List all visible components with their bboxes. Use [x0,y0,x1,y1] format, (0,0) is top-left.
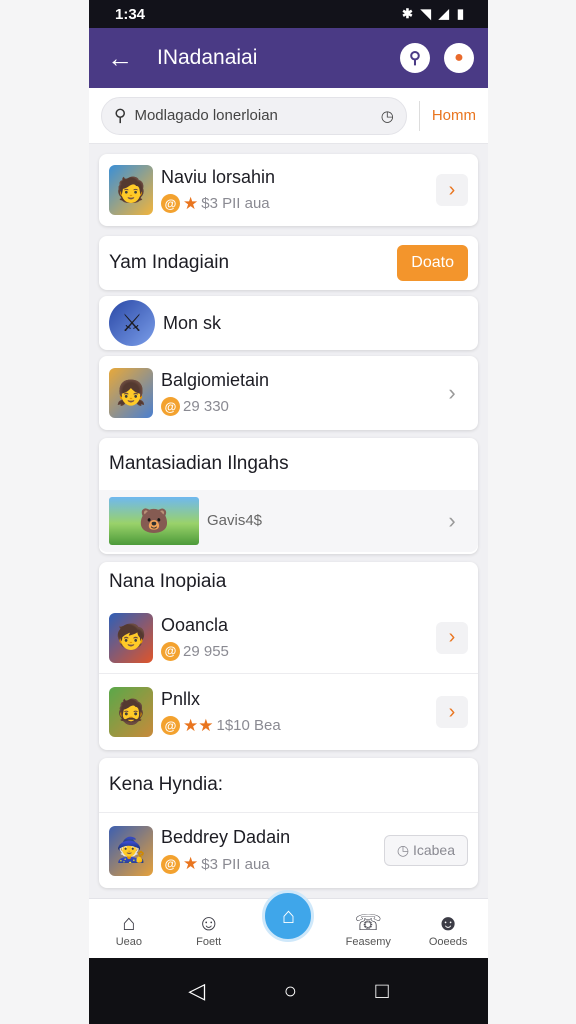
item-name: Ooancla [161,614,229,635]
nav-label: Feasemy [345,935,391,948]
nav-item-center[interactable]: ⌂ [258,889,318,942]
item-name: Beddrey Dadain [161,827,291,847]
coin-icon: @ [161,854,180,874]
status-icons: ✱ ◥ ◢ ▮ [402,6,464,22]
item-meta: $3 PII aua [201,195,270,212]
battery-icon: ▮ [456,6,464,21]
list-item[interactable]: 🧒 Ooancla @29 955 › [99,602,478,674]
bottom-nav: ⌂ Ueao ☺ Foett ⌂ ☏ Feasemy ☻ Ooeeds [89,889,488,958]
section-title: Kena Hyndia: [109,774,224,795]
game-thumbnail: 🧑 [109,165,153,215]
item-meta: 29 330 [183,398,229,415]
back-triangle-icon[interactable]: ◁ [188,978,205,1004]
section-title: Yam Indagiain [109,252,230,273]
landscape-thumbnail: 🐻 [109,497,199,545]
section-row[interactable]: 🐻 Gavis4$ › [99,490,478,552]
item-meta: 29 955 [183,642,229,660]
game-thumbnail: 🧙 [109,825,153,876]
chat-icon: ☺ [197,909,220,935]
game-thumbnail: 👧 [109,368,153,418]
row-label: Gavis4$ [207,512,263,529]
chevron-right-icon[interactable]: › [436,508,468,534]
recents-square-icon[interactable]: □ [375,978,388,1004]
item-name: Balgiomietain [161,370,270,390]
home-icon: ⌂ [122,909,136,935]
list-item[interactable]: 🧔 Pnllx @ ★★ 1$10 Bea › [99,674,478,750]
app-bar: ← INadanaiai ⚲ ● [89,28,488,88]
search-row: ⚲ Modlagado lonerloian ◷ Homm [89,88,488,144]
search-input[interactable]: ⚲ Modlagado lonerloian ◷ [101,96,407,135]
star-icon: ★ [183,193,199,213]
chevron-right-icon[interactable]: › [436,174,468,206]
search-placeholder: Modlagado lonerloian [134,107,278,124]
bluetooth-icon: ✱ [401,6,413,21]
wifi-icon: ◥ [420,6,431,21]
page-title: INadanaiai [157,46,258,69]
system-nav-bar: ◁ ○ □ [89,958,488,1024]
item-name: Pnllx [161,688,201,709]
arrow-left-icon[interactable]: ← [107,43,145,74]
chevron-right-icon[interactable]: › [436,696,468,728]
coin-icon: @ [161,397,180,416]
signal-icon: ◢ [438,6,449,21]
chevron-right-icon[interactable]: › [436,380,468,406]
brand-logo: ⚔ [109,300,155,346]
clock-icon: ◷ [396,842,413,858]
notification-icon[interactable]: ● [444,43,474,73]
section-title: Nana Inopiaia [109,571,227,592]
item-action-button[interactable]: ◷ Icabea [383,835,468,866]
list-item[interactable]: 🧙 Beddrey Dadain @ ★ $3 PII aua ◷ Icabea [99,812,478,888]
nav-label: Ueao [115,935,143,948]
list-item-bal[interactable]: 👧 Balgiomietain @29 330 › [99,356,478,430]
coin-icon: @ [161,641,180,661]
nav-item-messages[interactable]: ☏ Feasemy [338,910,398,948]
item-name: Naviu lorsahin [161,166,276,187]
item-meta: 1$10 Bea [216,717,281,734]
section-4: Kena Hyndia: 🧙 Beddrey Dadain @ ★ $3 PII a… [99,758,478,888]
item-name: Mon sk [163,312,222,333]
nav-item-chat[interactable]: ☺ Foett [179,910,239,948]
phone-screen: 1:34 ✱ ◥ ◢ ▮ ← INadanaiai ⚲ ● ⚲ Modlagad… [89,0,488,1024]
coin-icon: @ [161,716,180,735]
status-time: 1:34 [115,5,146,23]
item-action-label: Icabea [412,842,455,858]
nav-label: Foett [196,935,222,948]
item-meta: $3 PII aua [201,855,270,873]
message-icon: ☏ [354,909,383,935]
star-icon: ★★ [183,715,214,735]
game-thumbnail: 🧒 [109,612,153,663]
nav-item-profile[interactable]: ☻ Ooeeds [418,910,478,948]
status-bar: 1:34 ✱ ◥ ◢ ▮ [89,0,488,28]
section-action-button[interactable]: Doato [397,245,468,281]
profile-icon: ☻ [436,909,460,935]
star-icon: ★ [183,854,199,873]
search-icon[interactable]: ⚲ [400,43,430,73]
clock-icon[interactable]: ◷ [381,107,394,125]
chevron-right-icon[interactable]: › [436,621,468,654]
coin-icon: @ [161,194,180,213]
list-item-top[interactable]: 🧑 Naviu lorsahin @ ★ $3 PII aua › [99,154,478,226]
nav-label: Ooeeds [428,935,468,948]
game-thumbnail: 🧔 [109,687,153,737]
nav-item-home[interactable]: ⌂ Ueao [99,910,159,948]
list-item-mon[interactable]: ⚔ Mon sk [99,296,478,350]
center-home-icon: ⌂ [262,889,315,942]
section-header-1: Yam Indagiain Doato [99,236,478,290]
search-link[interactable]: Homm [432,107,476,124]
section-2: Mantasiadian Ilngahs 🐻 Gavis4$ › [99,438,478,554]
home-circle-icon[interactable]: ○ [284,978,297,1004]
section-3: Nana Inopiaia 🧒 Ooancla @29 955 › 🧔 Pnll… [99,562,478,750]
section-title: Mantasiadian Ilngahs [109,453,289,474]
divider [418,100,420,131]
magnifier-icon: ⚲ [114,105,127,125]
